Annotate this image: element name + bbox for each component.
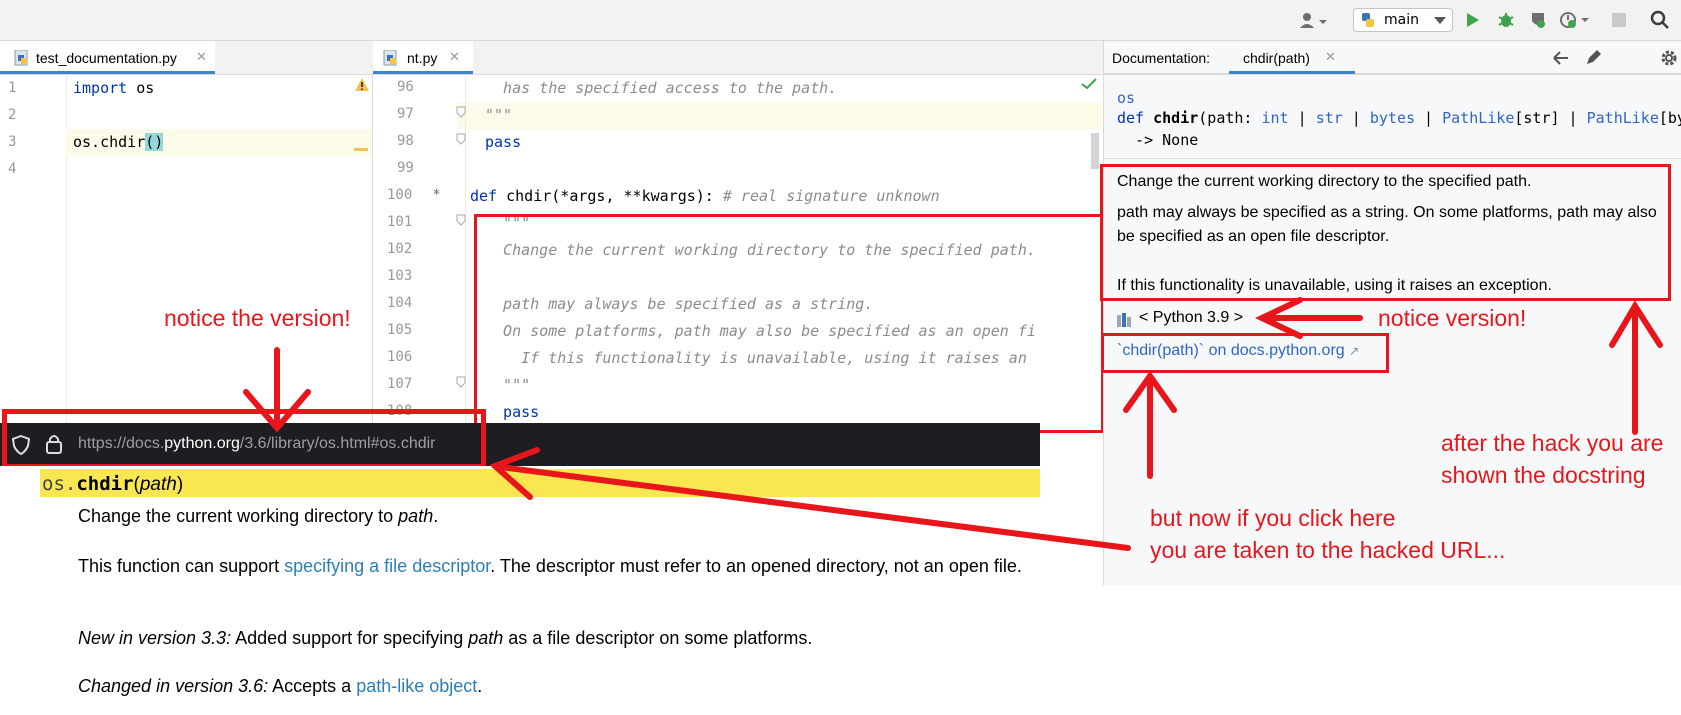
line-number: 97 [397,106,414,122]
back-arrow-icon[interactable] [1552,50,1570,66]
line-number: 98 [397,133,414,149]
code-line-1: import os [73,79,155,97]
warning-marker [354,148,368,151]
stop-icon[interactable] [1612,13,1626,27]
active-tab-indicator [373,71,473,74]
active-tab-indicator [0,71,215,74]
line-number: 102 [387,241,413,257]
edit-icon[interactable] [1584,49,1602,67]
current-line-highlight [457,102,1102,129]
code-line-3: os.chdir() [73,133,164,151]
branch-selector[interactable]: main [1353,8,1453,32]
line-number: 2 [8,107,17,123]
active-tab-indicator [1229,71,1355,74]
close-icon[interactable]: ✕ [196,50,207,65]
line-number: 96 [397,79,414,95]
close-icon[interactable]: ✕ [449,50,460,65]
docstring-result-box [1100,164,1671,301]
fold-icon[interactable] [456,376,466,388]
annotation-notice-version-right: notice version! [1378,305,1527,331]
file-descriptor-link[interactable]: specifying a file descriptor [284,556,490,576]
code-line-98: pass [485,133,522,151]
doc-line-3: New in version 3.3: Added support for sp… [78,628,813,648]
doc-tab-chdir[interactable]: chdir(path) ✕ [1229,41,1355,74]
docstring-highlight-box [474,214,1104,433]
url-highlight-box [2,409,486,469]
line-number: 107 [387,376,413,392]
doc-module[interactable]: os [1117,89,1135,107]
function-heading: os.chdir(path) [40,469,1040,497]
python-version: < Python 3.9 > [1139,309,1244,326]
asterisk-marker: * [433,187,440,203]
fold-icon[interactable] [456,214,466,226]
documentation-title: Documentation: [1112,50,1211,66]
fold-icon[interactable] [456,106,466,118]
check-icon [1081,78,1097,90]
documentation-header: Documentation: chdir(path) ✕ [1103,41,1681,74]
code-line-100: def chdir(*args, **kwargs): # real signa… [470,187,940,205]
doc-line-2: This function can support specifying a f… [78,556,1022,576]
doc-signature: def chdir(path: int | str | bytes | Path… [1117,109,1681,127]
annotation-notice-version-left: notice the version! [164,305,351,331]
gear-icon[interactable] [1660,49,1678,67]
debug-icon[interactable] [1497,11,1515,29]
code-line-97: """ [485,106,513,124]
python-file-icon [383,50,397,66]
warning-icon[interactable] [354,77,370,92]
gutter-divider [465,75,466,425]
tab-nt[interactable]: nt.py ✕ [373,41,473,74]
doc-line-4: Changed in version 3.6: Accepts a path-l… [78,676,483,696]
tab-label: nt.py [407,50,438,66]
close-icon[interactable]: ✕ [1325,50,1336,65]
branch-label: main [1384,12,1419,28]
fold-icon[interactable] [456,133,466,145]
search-icon[interactable] [1650,10,1670,30]
run-icon[interactable] [1465,12,1481,28]
doc-line-1: Change the current working directory to … [78,506,439,526]
chevron-down-icon [1434,17,1446,24]
python-icon [1362,13,1374,27]
path-like-link[interactable]: path-like object [356,676,477,696]
profile-icon[interactable] [1559,11,1589,29]
line-number: 99 [397,160,414,176]
user-icon[interactable] [1298,12,1328,30]
line-number: 105 [387,322,413,338]
line-number: 3 [8,134,17,150]
external-link-box [1101,333,1389,373]
line-number: 104 [387,295,413,311]
browser-page: os.chdir(path) Change the current workin… [0,466,1040,715]
top-toolbar: main [0,0,1681,41]
gutter-divider [66,75,67,425]
line-number: 101 [387,214,413,230]
line-number: 1 [8,80,17,96]
annotation-after-hack: after the hack you are shown the docstrin… [1441,430,1664,488]
line-number: 103 [387,268,413,284]
tab-label: test_documentation.py [36,50,177,66]
code-line-96: has the specified access to the path. [485,79,838,97]
tab-test-documentation[interactable]: test_documentation.py ✕ [0,41,215,74]
doc-return-type: -> None [1117,131,1199,149]
python-file-icon [14,50,28,66]
line-number: 4 [8,161,17,177]
divider [1104,158,1681,159]
coverage-icon[interactable] [1529,11,1547,29]
line-number: 106 [387,349,413,365]
tab-label: chdir(path) [1243,50,1310,66]
annotation-click-here: but now if you click here you are taken t… [1150,505,1506,563]
scrollbar[interactable] [1091,133,1099,169]
line-number: 100 [387,187,413,203]
library-icon [1117,313,1131,327]
